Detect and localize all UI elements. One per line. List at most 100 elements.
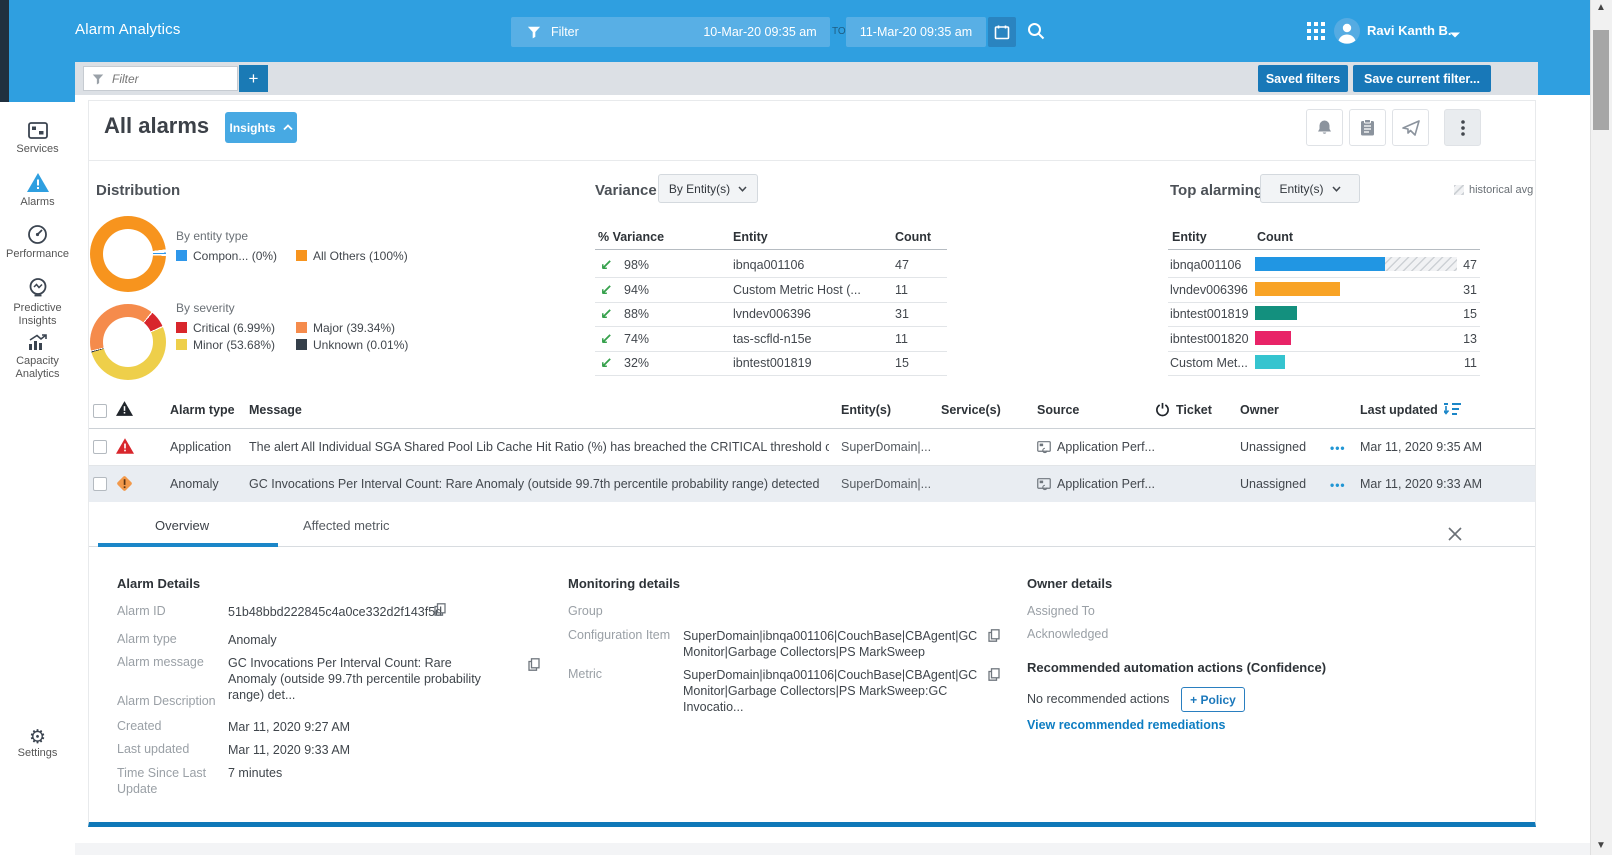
sort-descending-icon[interactable]: [1444, 401, 1461, 422]
performance-gauge-icon: [27, 235, 48, 247]
row-actions-menu[interactable]: •••: [1330, 478, 1346, 492]
calendar-button[interactable]: [988, 17, 1016, 47]
col-service[interactable]: Service(s): [941, 403, 1001, 417]
col-source[interactable]: Source: [1037, 403, 1079, 417]
alarm-type-cell: Application: [170, 440, 231, 454]
top-alarming-title: Top alarming: [1170, 182, 1263, 199]
date-from-field[interactable]: 10-Mar-20 09:35 am: [690, 17, 830, 47]
top-alarming-entity[interactable]: Custom Met...: [1170, 356, 1248, 370]
sidebar-item-performance[interactable]: Performance: [0, 225, 75, 261]
col-last-updated[interactable]: Last updated: [1360, 403, 1438, 417]
sidebar-label-predictive-insights: Predictive Insights: [0, 302, 75, 328]
row-checkbox[interactable]: [93, 477, 107, 491]
critical-severity-icon: [116, 438, 134, 459]
count-bar: [1255, 257, 1385, 271]
col-message[interactable]: Message: [249, 403, 302, 417]
top-alarming-entity[interactable]: ibntest001820: [1170, 332, 1249, 346]
variance-entity[interactable]: Custom Metric Host (...: [733, 283, 861, 297]
variance-entity[interactable]: tas-scfld-n15e: [733, 332, 812, 346]
row-divider: [595, 302, 947, 303]
configuration-item-value: SuperDomain|ibnqa001106|CouchBase|CBAgen…: [683, 628, 983, 660]
alarm-message-cell[interactable]: The alert All Individual SGA Shared Pool…: [249, 440, 829, 454]
notifications-bell-button[interactable]: [1306, 109, 1343, 146]
sidebar-item-settings[interactable]: ⚙ Settings: [0, 731, 75, 760]
insights-toggle-button[interactable]: Insights: [225, 112, 297, 143]
save-current-filter-button[interactable]: Save current filter...: [1353, 65, 1491, 92]
date-from-value: 10-Mar-20 09:35 am: [703, 25, 816, 39]
add-filter-button[interactable]: +: [239, 65, 268, 92]
select-all-checkbox[interactable]: [93, 404, 107, 418]
view-remediations-link[interactable]: View recommended remediations: [1027, 718, 1225, 732]
variance-entity[interactable]: lvndev006396: [733, 307, 811, 321]
top-alarming-count: 47: [1447, 258, 1477, 272]
copy-icon[interactable]: [528, 658, 540, 676]
date-to-field[interactable]: 11-Mar-20 09:35 am: [846, 17, 986, 47]
topbar-filter-button[interactable]: Filter: [511, 17, 695, 47]
save-current-filter-label: Save current filter...: [1364, 72, 1480, 86]
alarm-message-value: GC Invocations Per Interval Count: Rare …: [228, 655, 490, 703]
add-policy-button[interactable]: + Policy: [1181, 687, 1245, 712]
alarm-message-cell[interactable]: GC Invocations Per Interval Count: Rare …: [249, 477, 829, 491]
entity-type-donut-chart: [90, 216, 166, 292]
app-grid-icon[interactable]: [1307, 22, 1325, 45]
saved-filters-button[interactable]: Saved filters: [1258, 65, 1348, 92]
close-icon[interactable]: [1448, 527, 1462, 546]
search-icon[interactable]: [1026, 21, 1046, 46]
app-title: Alarm Analytics: [75, 21, 181, 38]
count-bar: [1255, 282, 1340, 296]
variance-dropdown[interactable]: By Entity(s): [658, 174, 758, 203]
settings-gear-icon: ⚙: [29, 727, 46, 748]
sidebar-item-alarms[interactable]: Alarms: [0, 173, 75, 209]
avatar[interactable]: [1333, 17, 1361, 50]
copy-icon[interactable]: [988, 629, 1000, 647]
tab-affected-metric[interactable]: Affected metric: [303, 518, 389, 533]
created-value: Mar 11, 2020 9:27 AM: [228, 719, 350, 735]
top-alarming-entity[interactable]: lvndev006396: [1170, 283, 1248, 297]
scroll-down-arrow[interactable]: ▼: [1596, 840, 1606, 851]
user-menu-caret-icon[interactable]: [1450, 26, 1460, 44]
scroll-up-arrow[interactable]: ▲: [1596, 2, 1606, 13]
top-alarming-dropdown[interactable]: Entity(s): [1260, 174, 1360, 203]
col-entity[interactable]: Entity(s): [841, 403, 891, 417]
row-divider: [595, 351, 947, 352]
col-ticket[interactable]: Ticket: [1176, 403, 1212, 417]
copy-icon[interactable]: [988, 668, 1000, 686]
send-icon: [1402, 120, 1420, 136]
row-checkbox[interactable]: [93, 440, 107, 454]
variance-trend-down-icon: ↙: [600, 281, 613, 299]
acknowledged-label: Acknowledged: [1027, 627, 1108, 641]
legend-label-critical: Critical (6.99%): [193, 321, 275, 335]
col-alarm-type[interactable]: Alarm type: [170, 403, 235, 417]
top-alarming-entity[interactable]: ibntest001819: [1170, 307, 1249, 321]
copy-icon[interactable]: [434, 603, 446, 621]
sidebar-item-services[interactable]: Services: [0, 122, 75, 156]
filter-input[interactable]: [110, 71, 224, 87]
legend-swatch-major: [296, 322, 307, 333]
variance-entity[interactable]: ibnqa001106: [733, 258, 804, 272]
scrollbar-thumb[interactable]: [1593, 30, 1609, 130]
saved-filters-label: Saved filters: [1266, 72, 1340, 86]
count-bar: [1255, 355, 1285, 369]
legend-swatch-minor: [176, 339, 187, 350]
alarm-last-updated-cell: Mar 11, 2020 9:35 AM: [1360, 440, 1482, 454]
variance-header-divider: [595, 249, 947, 250]
next-row-sliver: [75, 843, 1590, 855]
variance-entity[interactable]: ibntest001819: [733, 356, 812, 370]
report-clipboard-button[interactable]: [1349, 109, 1386, 146]
top-alarming-entity[interactable]: ibnqa001106: [1170, 258, 1241, 272]
group-label: Group: [568, 604, 603, 618]
last-updated-label: Last updated: [117, 742, 189, 756]
more-options-button[interactable]: [1444, 109, 1481, 146]
col-owner[interactable]: Owner: [1240, 403, 1279, 417]
tab-overview[interactable]: Overview: [155, 518, 209, 533]
monitoring-details-title: Monitoring details: [568, 576, 680, 591]
send-button[interactable]: [1392, 109, 1429, 146]
sidebar-item-capacity-analytics[interactable]: Capacity Analytics: [0, 333, 75, 381]
bell-icon: [1316, 119, 1333, 136]
row-actions-menu[interactable]: •••: [1330, 441, 1346, 455]
user-name[interactable]: Ravi Kanth B.: [1367, 23, 1452, 38]
alarm-message-label: Alarm message: [117, 655, 204, 669]
variance-pct: 88%: [624, 307, 649, 321]
source-app-icon: [1037, 441, 1051, 459]
sidebar-item-predictive-insights[interactable]: Predictive Insights: [0, 278, 75, 328]
